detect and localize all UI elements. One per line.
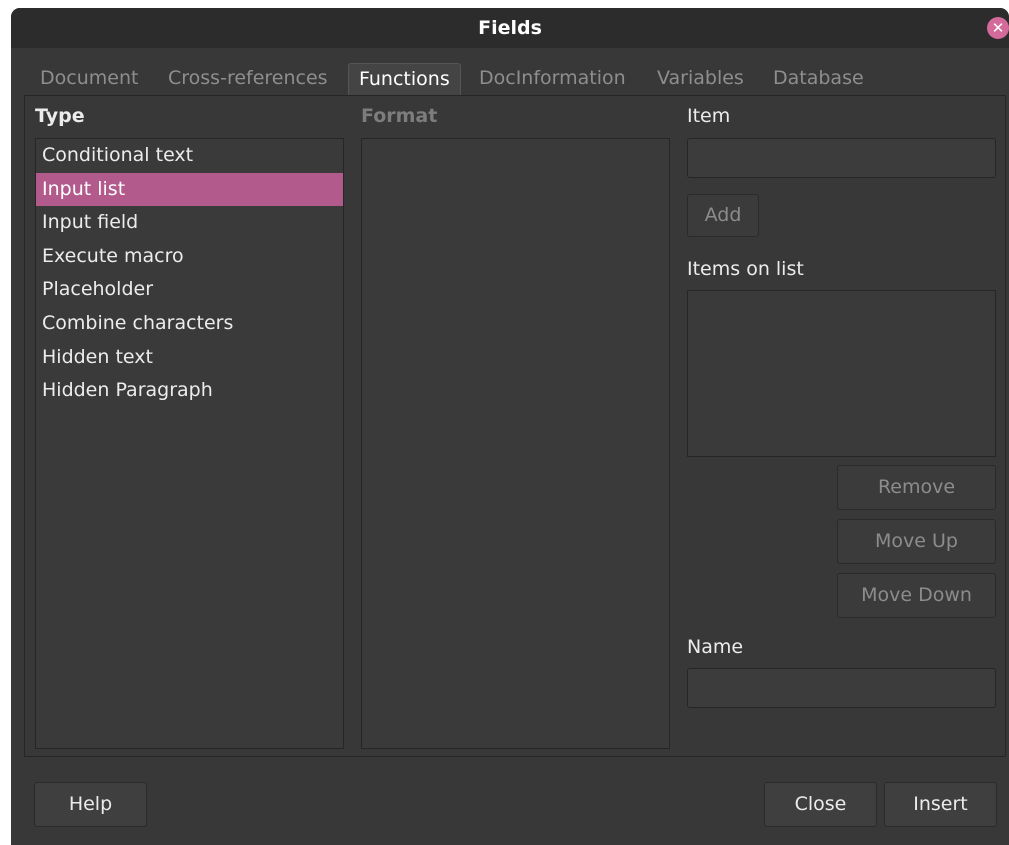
functions-panel: Type Conditional text Input list Input f… bbox=[24, 95, 1006, 757]
type-item-hidden-text[interactable]: Hidden text bbox=[36, 341, 343, 375]
items-on-list-label: Items on list bbox=[687, 258, 804, 280]
tab-bar: Document Cross-references Functions DocI… bbox=[11, 63, 1009, 95]
tab-variables[interactable]: Variables bbox=[657, 63, 744, 95]
item-input[interactable] bbox=[687, 138, 996, 178]
dialog-title: Fields bbox=[478, 17, 542, 39]
tab-document[interactable]: Document bbox=[40, 63, 138, 95]
type-item-conditional-text[interactable]: Conditional text bbox=[36, 139, 343, 173]
insert-button[interactable]: Insert bbox=[884, 782, 997, 827]
tab-database[interactable]: Database bbox=[773, 63, 864, 95]
type-listbox[interactable]: Conditional text Input list Input field … bbox=[35, 138, 344, 749]
title-bar[interactable]: Fields ✕ bbox=[11, 8, 1009, 48]
close-icon[interactable]: ✕ bbox=[987, 17, 1009, 39]
remove-button[interactable]: Remove bbox=[837, 465, 996, 510]
format-listbox[interactable] bbox=[361, 138, 670, 749]
move-down-button[interactable]: Move Down bbox=[837, 573, 996, 618]
type-item-input-field[interactable]: Input field bbox=[36, 206, 343, 240]
help-button[interactable]: Help bbox=[34, 782, 147, 827]
type-item-execute-macro[interactable]: Execute macro bbox=[36, 240, 343, 274]
items-on-list-listbox[interactable] bbox=[687, 290, 996, 457]
tab-docinformation[interactable]: DocInformation bbox=[479, 63, 626, 95]
type-item-hidden-paragraph[interactable]: Hidden Paragraph bbox=[36, 374, 343, 408]
type-label: Type bbox=[35, 105, 85, 127]
type-item-input-list[interactable]: Input list bbox=[36, 172, 343, 207]
type-item-placeholder[interactable]: Placeholder bbox=[36, 273, 343, 307]
format-label: Format bbox=[361, 105, 438, 127]
tab-functions[interactable]: Functions bbox=[348, 63, 461, 95]
item-label: Item bbox=[687, 105, 731, 127]
fields-dialog: Fields ✕ Document Cross-references Funct… bbox=[11, 8, 1009, 845]
name-input[interactable] bbox=[687, 668, 996, 708]
move-up-button[interactable]: Move Up bbox=[837, 519, 996, 564]
close-button[interactable]: Close bbox=[764, 782, 877, 827]
add-button[interactable]: Add bbox=[687, 194, 759, 237]
name-label: Name bbox=[687, 636, 744, 658]
type-item-combine-characters[interactable]: Combine characters bbox=[36, 307, 343, 341]
tab-cross-references[interactable]: Cross-references bbox=[168, 63, 328, 95]
